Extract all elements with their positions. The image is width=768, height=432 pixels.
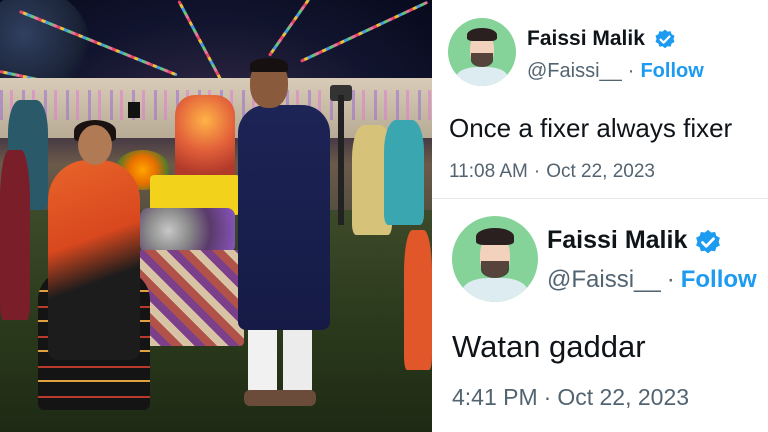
speaker — [128, 102, 140, 118]
crowd-person — [384, 120, 424, 225]
tweet-date: Oct 22, 2023 — [557, 384, 690, 410]
avatar[interactable] — [448, 18, 516, 86]
tweet-text: Watan gaddar — [452, 329, 646, 364]
follow-button[interactable]: Follow — [640, 60, 703, 82]
avatar-hair — [467, 27, 497, 42]
separator: · — [666, 266, 675, 293]
follow-button[interactable]: Follow — [681, 266, 757, 293]
event-photo — [0, 0, 432, 432]
avatar[interactable] — [452, 216, 538, 302]
verified-badge-icon — [655, 29, 675, 49]
woman-head — [78, 125, 112, 165]
man-figure — [238, 105, 330, 330]
shrine-base — [138, 250, 244, 346]
author-handle[interactable]: @Faissi__ — [527, 60, 622, 82]
separator: · — [533, 161, 541, 182]
avatar-shirt — [456, 66, 508, 86]
avatar-shirt — [462, 277, 528, 302]
author-handle[interactable]: @Faissi__ — [547, 266, 661, 293]
avatar-beard — [481, 260, 509, 278]
crowd-person — [0, 150, 30, 320]
handle-row: @Faissi__ · Follow — [547, 266, 757, 294]
tweet-divider — [432, 198, 768, 199]
woman-figure — [48, 160, 140, 360]
avatar-beard — [471, 53, 493, 67]
tweet-time: 4:41 PM — [452, 384, 538, 410]
tripod — [338, 95, 344, 225]
handle-row: @Faissi__ · Follow — [527, 60, 704, 83]
tweet-timestamp[interactable]: 4:41 PM · Oct 22, 2023 — [452, 384, 689, 411]
tweet-time: 11:08 AM — [449, 161, 528, 182]
author-name[interactable]: Faissi Malik — [527, 27, 645, 51]
man-feet — [244, 390, 316, 406]
tweet-date: Oct 22, 2023 — [546, 161, 655, 182]
tweet-text: Once a fixer always fixer — [449, 113, 733, 143]
shrine-idol — [175, 95, 235, 180]
man-hair — [250, 58, 288, 72]
crowd-person — [404, 230, 432, 370]
separator: · — [543, 384, 552, 410]
verified-badge-icon — [696, 229, 720, 254]
separator: · — [627, 60, 635, 82]
author-name[interactable]: Faissi Malik — [547, 226, 687, 255]
tweet-timestamp[interactable]: 11:08 AM · Oct 22, 2023 — [449, 161, 655, 183]
decorated-pots — [140, 208, 235, 253]
avatar-hair — [476, 228, 514, 246]
